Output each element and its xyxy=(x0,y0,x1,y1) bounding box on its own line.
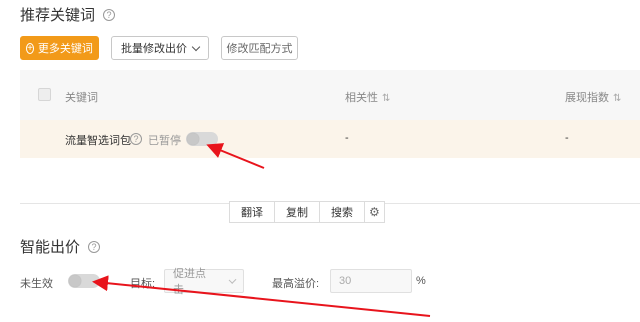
table-toolbar: 翻译 复制 搜索 ⚙ xyxy=(229,201,385,223)
table-row: 流量智选词包 ? 已暂停 - - xyxy=(20,120,640,158)
smart-bid-status: 未生效 xyxy=(20,278,53,290)
keyword-table: 关键词 相关性 ⇅ 展现指数 ⇅ 流量智选词包 ? 已暂停 - - xyxy=(20,70,640,158)
max-premium-label: 最高溢价: xyxy=(272,278,320,290)
smart-bid-title: 智能出价 ? xyxy=(20,236,101,257)
search-button[interactable]: 搜索 xyxy=(319,201,365,223)
toggle-knob xyxy=(69,275,81,287)
keyword-status: 已暂停 xyxy=(148,135,181,147)
recommend-keywords-title-text: 推荐关键词 xyxy=(20,7,96,24)
batch-bid-label: 批量修改出价 xyxy=(121,43,187,55)
sort-icon[interactable]: ⇅ xyxy=(613,93,621,104)
help-icon[interactable]: ? xyxy=(130,133,142,145)
goal-select[interactable]: 促进点击 xyxy=(164,268,244,296)
keyword-cell: 流量智选词包 xyxy=(65,135,131,147)
match-mode-button[interactable]: 修改匹配方式 xyxy=(221,36,298,60)
more-keywords-button[interactable]: + 更多关键词 xyxy=(20,36,99,60)
column-exposure[interactable]: 展现指数 ⇅ xyxy=(565,89,621,105)
chevron-down-icon xyxy=(228,275,237,284)
more-keywords-label: 更多关键词 xyxy=(37,43,93,55)
max-premium-value: 30 xyxy=(339,275,352,287)
help-icon[interactable]: ? xyxy=(88,240,101,253)
plus-circle-icon: + xyxy=(26,42,34,54)
gear-icon[interactable]: ⚙ xyxy=(364,201,385,223)
smart-bid-title-text: 智能出价 xyxy=(20,239,81,256)
select-all-checkbox[interactable] xyxy=(38,88,51,101)
chevron-down-icon xyxy=(191,42,201,51)
goal-label: 目标: xyxy=(130,278,156,290)
column-exposure-label: 展现指数 xyxy=(565,92,609,104)
column-relevance-label: 相关性 xyxy=(345,92,378,104)
table-header: 关键词 相关性 ⇅ 展现指数 ⇅ xyxy=(20,70,640,120)
match-mode-label: 修改匹配方式 xyxy=(226,43,293,55)
translate-button[interactable]: 翻译 xyxy=(229,201,275,223)
goal-select-value: 促进点击 xyxy=(173,268,206,296)
toggle-knob xyxy=(187,133,199,145)
keyword-package-toggle[interactable] xyxy=(186,132,218,146)
sort-icon[interactable]: ⇅ xyxy=(382,93,390,104)
column-relevance[interactable]: 相关性 ⇅ xyxy=(345,89,390,105)
exposure-cell: - xyxy=(565,132,569,144)
copy-button[interactable]: 复制 xyxy=(274,201,320,223)
recommend-keywords-title: 推荐关键词 ? xyxy=(20,4,116,25)
relevance-cell: - xyxy=(345,132,349,144)
smart-bid-toggle[interactable] xyxy=(68,274,100,288)
help-icon[interactable]: ? xyxy=(103,8,116,21)
batch-bid-select[interactable]: 批量修改出价 xyxy=(111,36,209,60)
max-premium-input[interactable]: 30 xyxy=(330,269,412,293)
percent-sign: % xyxy=(416,275,426,287)
column-keyword: 关键词 xyxy=(65,92,98,104)
